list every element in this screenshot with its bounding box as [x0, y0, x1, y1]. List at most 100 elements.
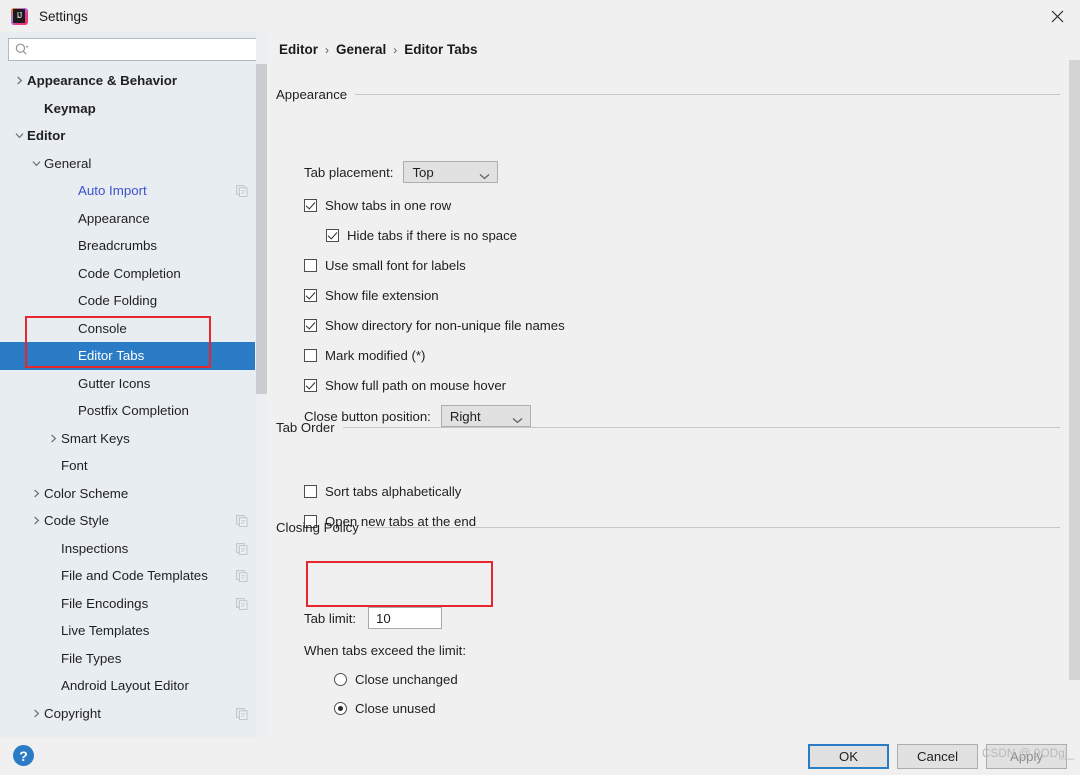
- sidebar-item-editor[interactable]: Editor: [0, 122, 255, 150]
- apply-button[interactable]: Apply: [986, 744, 1067, 769]
- radio-selected-icon[interactable]: [334, 702, 347, 715]
- sidebar-item-label: Code Style: [44, 513, 110, 529]
- chevron-right-icon[interactable]: [29, 709, 44, 718]
- copy-icon: [236, 185, 248, 200]
- help-button[interactable]: ?: [13, 745, 34, 766]
- sidebar-item-code-style[interactable]: Code Style: [0, 507, 255, 535]
- chevron-right-icon[interactable]: [46, 434, 61, 443]
- settings-tree[interactable]: Appearance & Behavior Keymap Editor General…: [0, 67, 255, 737]
- intellij-idea-logo-icon: [11, 7, 28, 25]
- chevron-down-icon[interactable]: [12, 131, 27, 140]
- sidebar-item-editor-tabs[interactable]: Editor Tabs: [0, 342, 255, 370]
- copy-icon: [236, 515, 248, 530]
- sidebar-item-font[interactable]: Font: [0, 452, 255, 480]
- tab-limit-input[interactable]: 10: [368, 607, 443, 629]
- checkbox-sort-tabs-alphabetically[interactable]: Sort tabs alphabetically: [304, 476, 476, 506]
- tab-placement-row: Tab placement: Top: [304, 160, 499, 184]
- copy-icon: [236, 542, 248, 555]
- sidebar-item-label: Android Layout Editor: [61, 678, 189, 694]
- sidebar-item-label: File Types: [61, 650, 122, 666]
- sidebar-item-console[interactable]: Console: [0, 315, 255, 343]
- checkbox-hide-tabs-if-there-is-no-space[interactable]: Hide tabs if there is no space: [326, 220, 565, 250]
- chevron-right-icon: [51, 434, 57, 443]
- main-scrollbar[interactable]: [1067, 32, 1080, 737]
- breadcrumb-item[interactable]: Editor: [279, 42, 318, 57]
- tab-limit-row: Tab limit: 10: [304, 606, 443, 630]
- checkbox-label: Hide tabs if there is no space: [347, 227, 518, 243]
- appearance-section: Appearance: [276, 87, 1060, 102]
- sidebar-item-file-and-code-templates[interactable]: File and Code Templates: [0, 562, 255, 590]
- sidebar-item-general[interactable]: General: [0, 150, 255, 178]
- checkbox-unchecked-icon[interactable]: [304, 484, 317, 498]
- settings-dialog: Settings Appearance & Behavior Keymap Edit…: [0, 0, 1080, 775]
- sidebar-item-label: Font: [61, 458, 88, 474]
- sidebar-item-postfix-completion[interactable]: Postfix Completion: [0, 397, 255, 425]
- dialog-footer: ? OK Cancel Apply: [0, 737, 1080, 775]
- tab-placement-dropdown[interactable]: Top: [403, 161, 499, 183]
- tab-order-section: Tab Order: [276, 420, 1060, 435]
- radio-unselected-icon[interactable]: [334, 673, 347, 686]
- sidebar-scrollbar[interactable]: [256, 32, 267, 737]
- sidebar-item-label: Code Folding: [78, 293, 158, 309]
- search-box[interactable]: [8, 38, 258, 61]
- ok-button[interactable]: OK: [808, 744, 889, 769]
- search-input[interactable]: [30, 41, 247, 58]
- breadcrumb-item[interactable]: General: [336, 42, 386, 57]
- sidebar-item-breadcrumbs[interactable]: Breadcrumbs: [0, 232, 255, 260]
- sidebar-item-file-types[interactable]: File Types: [0, 645, 255, 673]
- close-button[interactable]: [1034, 0, 1080, 32]
- checkbox-checked-icon[interactable]: [304, 378, 317, 392]
- checkbox-show-file-extension[interactable]: Show file extension: [304, 280, 565, 310]
- chevron-down-icon[interactable]: [29, 159, 44, 168]
- checkbox-unchecked-icon[interactable]: [304, 348, 317, 362]
- sidebar-item-color-scheme[interactable]: Color Scheme: [0, 480, 255, 508]
- section-divider: [342, 427, 1060, 428]
- sidebar-item-gutter-icons[interactable]: Gutter Icons: [0, 370, 255, 398]
- window-title: Settings: [39, 8, 88, 24]
- sidebar-item-code-folding[interactable]: Code Folding: [0, 287, 255, 315]
- closing-policy-radio-group: Close unchanged Close unused: [334, 665, 458, 723]
- sidebar-item-inspections[interactable]: Inspections: [0, 535, 255, 563]
- breadcrumb-item[interactable]: Editor Tabs: [404, 42, 477, 57]
- checkbox-checked-icon[interactable]: [304, 198, 317, 212]
- sidebar-item-live-templates[interactable]: Live Templates: [0, 617, 255, 645]
- sidebar-item-smart-keys[interactable]: Smart Keys: [0, 425, 255, 453]
- checkbox-checked-icon[interactable]: [326, 228, 339, 242]
- close-icon: [1051, 10, 1063, 22]
- checkbox-show-tabs-in-one-row[interactable]: Show tabs in one row: [304, 190, 565, 220]
- checkbox-mark-modified[interactable]: Mark modified (*): [304, 340, 565, 370]
- tab-order-section-title: Tab Order: [276, 420, 335, 435]
- sidebar-item-copyright[interactable]: Copyright: [0, 700, 255, 728]
- section-divider: [355, 94, 1060, 95]
- chevron-down-icon: [479, 168, 490, 183]
- main-scrollbar-thumb[interactable]: [1069, 60, 1080, 680]
- sidebar-item-file-encodings[interactable]: File Encodings: [0, 590, 255, 618]
- sidebar-item-appearance[interactable]: Appearance: [0, 205, 255, 233]
- radio-close-unchanged[interactable]: Close unchanged: [334, 665, 458, 694]
- sidebar-item-android-layout-editor[interactable]: Android Layout Editor: [0, 672, 255, 700]
- sidebar-item-label: Keymap: [44, 100, 96, 116]
- breadcrumb: Editor › General › Editor Tabs: [279, 42, 478, 57]
- checkbox-label: Sort tabs alphabetically: [325, 483, 462, 499]
- main-panel: Editor › General › Editor Tabs Appearance Ta…: [268, 32, 1080, 765]
- checkbox-show-full-path-on-mouse-hover[interactable]: Show full path on mouse hover: [304, 370, 565, 400]
- cancel-button[interactable]: Cancel: [897, 744, 978, 769]
- radio-label: Close unused: [355, 701, 436, 716]
- sidebar-item-appearance-behavior[interactable]: Appearance & Behavior: [0, 67, 255, 95]
- checkbox-checked-icon[interactable]: [304, 288, 317, 302]
- checkbox-use-small-font-for-labels[interactable]: Use small font for labels: [304, 250, 565, 280]
- chevron-right-icon[interactable]: [29, 489, 44, 498]
- checkbox-show-directory-for-non-unique-file-names[interactable]: Show directory for non-unique file names: [304, 310, 565, 340]
- sidebar-item-auto-import[interactable]: Auto Import: [0, 177, 255, 205]
- chevron-right-icon[interactable]: [12, 76, 27, 85]
- checkbox-checked-icon[interactable]: [304, 318, 317, 332]
- radio-close-unused[interactable]: Close unused: [334, 694, 458, 723]
- checkbox-unchecked-icon[interactable]: [304, 258, 317, 272]
- sidebar-item-code-completion[interactable]: Code Completion: [0, 260, 255, 288]
- section-divider: [366, 527, 1060, 528]
- checkbox-label: Use small font for labels: [325, 257, 466, 273]
- sidebar-scrollbar-thumb[interactable]: [256, 64, 267, 394]
- sidebar-item-keymap[interactable]: Keymap: [0, 95, 255, 123]
- chevron-right-icon[interactable]: [29, 516, 44, 525]
- closing-policy-section-title: Closing Policy: [276, 520, 359, 535]
